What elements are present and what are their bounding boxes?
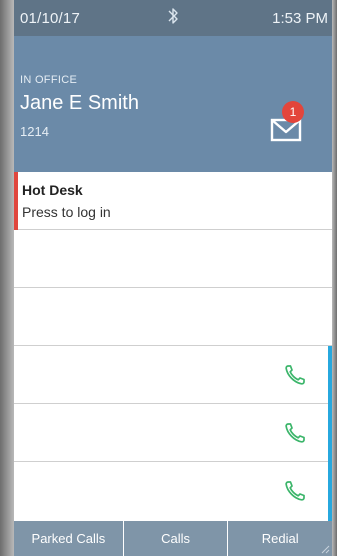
phone-icon	[285, 481, 305, 501]
line-key-2[interactable]	[14, 230, 332, 288]
user-header: IN OFFICE Jane E Smith 1214 1	[14, 36, 332, 172]
line-key-5[interactable]	[14, 404, 332, 462]
line-key-hot-desk[interactable]: Hot Desk Press to log in	[14, 172, 332, 230]
parked-calls-button[interactable]: Parked Calls	[14, 521, 123, 556]
status-date: 01/10/17	[20, 10, 80, 27]
bluetooth-icon	[168, 8, 178, 24]
line-key-3[interactable]	[14, 288, 332, 346]
device-bezel-right	[332, 0, 337, 556]
phone-icon	[285, 423, 305, 443]
line-key-6[interactable]	[14, 462, 332, 521]
phone-icon	[285, 365, 305, 385]
hot-desk-accent	[14, 172, 18, 230]
status-bar: 01/10/17 1:53 PM	[14, 0, 332, 36]
line-accent	[328, 404, 332, 462]
device-bezel-left	[0, 0, 14, 556]
line-accent	[328, 346, 332, 404]
redial-button[interactable]: Redial	[227, 521, 332, 556]
line-accent	[328, 462, 332, 521]
voicemail-badge: 1	[282, 101, 304, 123]
line-subtitle: Press to log in	[22, 204, 111, 220]
presence-status: IN OFFICE	[20, 74, 78, 86]
line-title: Hot Desk	[22, 182, 83, 198]
softkey-bar: Parked Calls Calls Redial	[14, 521, 332, 556]
calls-button[interactable]: Calls	[122, 521, 228, 556]
phone-screen: 01/10/17 1:53 PM IN OFFICE Jane E Smith …	[14, 0, 332, 556]
line-key-4[interactable]	[14, 346, 332, 404]
user-extension: 1214	[20, 124, 49, 139]
line-list: Hot Desk Press to log in	[14, 172, 332, 521]
status-time: 1:53 PM	[272, 10, 328, 27]
user-name: Jane E Smith	[20, 92, 139, 114]
resize-grip-icon	[321, 545, 330, 554]
